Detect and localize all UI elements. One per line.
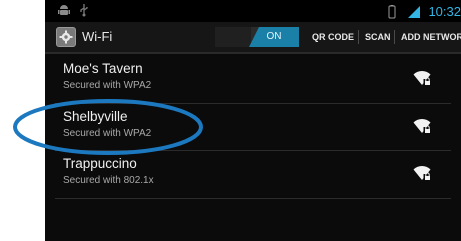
status-right: 10:32: [387, 3, 461, 19]
page-title: Wi-Fi: [82, 29, 113, 44]
toggle-on-label: ON: [249, 27, 299, 47]
usb-icon: [80, 4, 88, 17]
device-screen: 10:32 Wi-Fi ON QR CODE SCAN ADD NETWORK …: [45, 0, 461, 241]
wifi-secured-signal-icon: [413, 165, 431, 180]
network-item-moes-tavern[interactable]: Moe's Tavern Secured with WPA2: [45, 56, 461, 104]
action-divider: [394, 30, 395, 44]
action-bar: Wi-Fi ON QR CODE SCAN ADD NETWORK: [45, 22, 461, 54]
list-divider: [55, 198, 451, 199]
network-security: Secured with WPA2: [63, 128, 152, 139]
action-divider: [358, 30, 359, 44]
network-item-trappuccino[interactable]: Trappuccino Secured with 802.1x: [45, 151, 461, 199]
wifi-status-icon: [407, 5, 420, 18]
toggle-off-track: [215, 27, 251, 47]
status-clock: 10:32: [428, 3, 461, 19]
network-security: Secured with WPA2: [63, 80, 152, 91]
status-bar: 10:32: [45, 0, 461, 22]
wifi-secured-signal-icon: [413, 70, 431, 85]
wifi-secured-signal-icon: [413, 118, 431, 133]
wifi-toggle[interactable]: ON: [215, 27, 299, 47]
network-name: Shelbyville: [63, 109, 128, 124]
scan-button[interactable]: SCAN: [365, 22, 391, 52]
qr-code-button[interactable]: QR CODE: [312, 22, 354, 52]
network-security: Secured with 802.1x: [63, 175, 154, 186]
settings-gear-icon[interactable]: [56, 27, 76, 47]
network-name: Trappuccino: [63, 156, 137, 171]
android-debug-icon: [58, 5, 70, 15]
network-name: Moe's Tavern: [63, 61, 143, 76]
add-network-button[interactable]: ADD NETWORK: [401, 22, 461, 52]
network-item-shelbyville[interactable]: Shelbyville Secured with WPA2: [45, 104, 461, 152]
battery-icon: [388, 4, 396, 19]
